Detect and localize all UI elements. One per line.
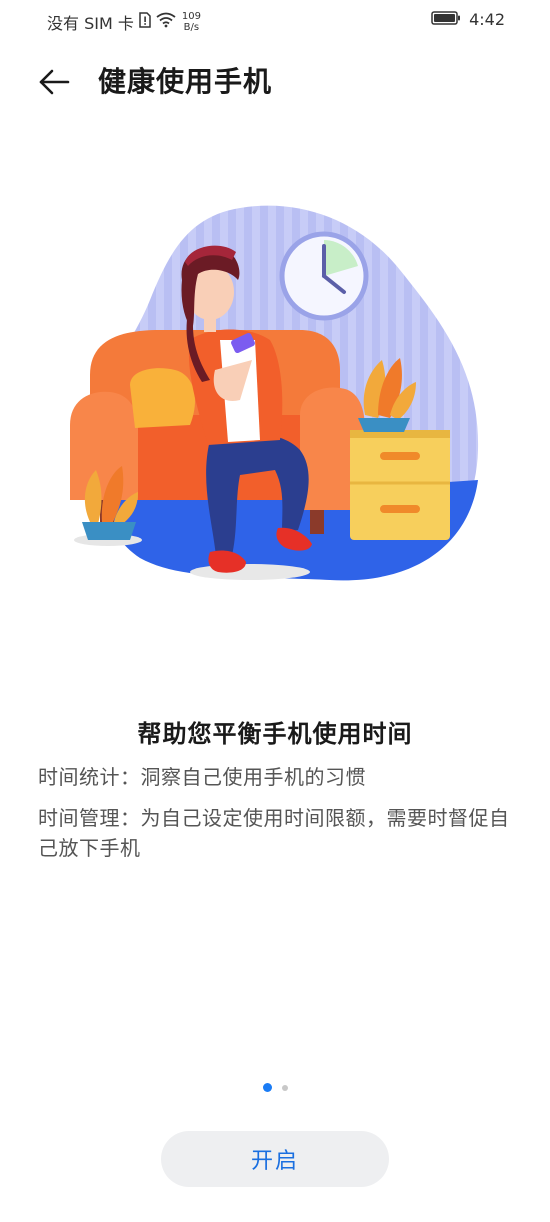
feature-description-management: 时间管理：为自己设定使用时间限额，需要时督促自己放下手机 bbox=[38, 806, 510, 860]
clock-text: 4:42 bbox=[469, 10, 505, 29]
status-right: 4:42 bbox=[431, 10, 505, 29]
sim-alert-icon bbox=[138, 12, 152, 32]
status-bar: 没有 SIM 卡 109 B/s 4:42 bbox=[0, 0, 550, 42]
back-button[interactable] bbox=[34, 64, 74, 100]
woman-on-sofa-illustration bbox=[70, 205, 479, 581]
network-speed-value: 109 bbox=[181, 11, 201, 22]
status-left: 没有 SIM 卡 109 B/s bbox=[47, 10, 201, 34]
page-dot-active[interactable] bbox=[262, 1083, 272, 1092]
network-speed-unit: B/s bbox=[183, 22, 200, 33]
page-title: 健康使用手机 bbox=[98, 65, 273, 98]
hero-illustration bbox=[60, 200, 490, 600]
network-speed: 109 B/s bbox=[182, 11, 201, 33]
back-arrow-icon bbox=[39, 69, 70, 95]
battery-icon bbox=[431, 10, 461, 29]
feature-description-stats: 时间统计：洞察自己使用手机的习惯 bbox=[38, 765, 366, 789]
app-header: 健康使用手机 bbox=[0, 50, 550, 114]
wall-clock-icon bbox=[279, 231, 369, 321]
page-dot-inactive[interactable] bbox=[281, 1084, 288, 1091]
enable-button[interactable]: 开启 bbox=[161, 1131, 389, 1187]
page-indicator bbox=[0, 1083, 550, 1092]
nightstand-icon bbox=[350, 430, 450, 540]
carrier-text: 没有 SIM 卡 bbox=[47, 14, 134, 33]
feature-heading: 帮助您平衡手机使用时间 bbox=[137, 720, 413, 748]
wifi-icon bbox=[156, 12, 176, 32]
